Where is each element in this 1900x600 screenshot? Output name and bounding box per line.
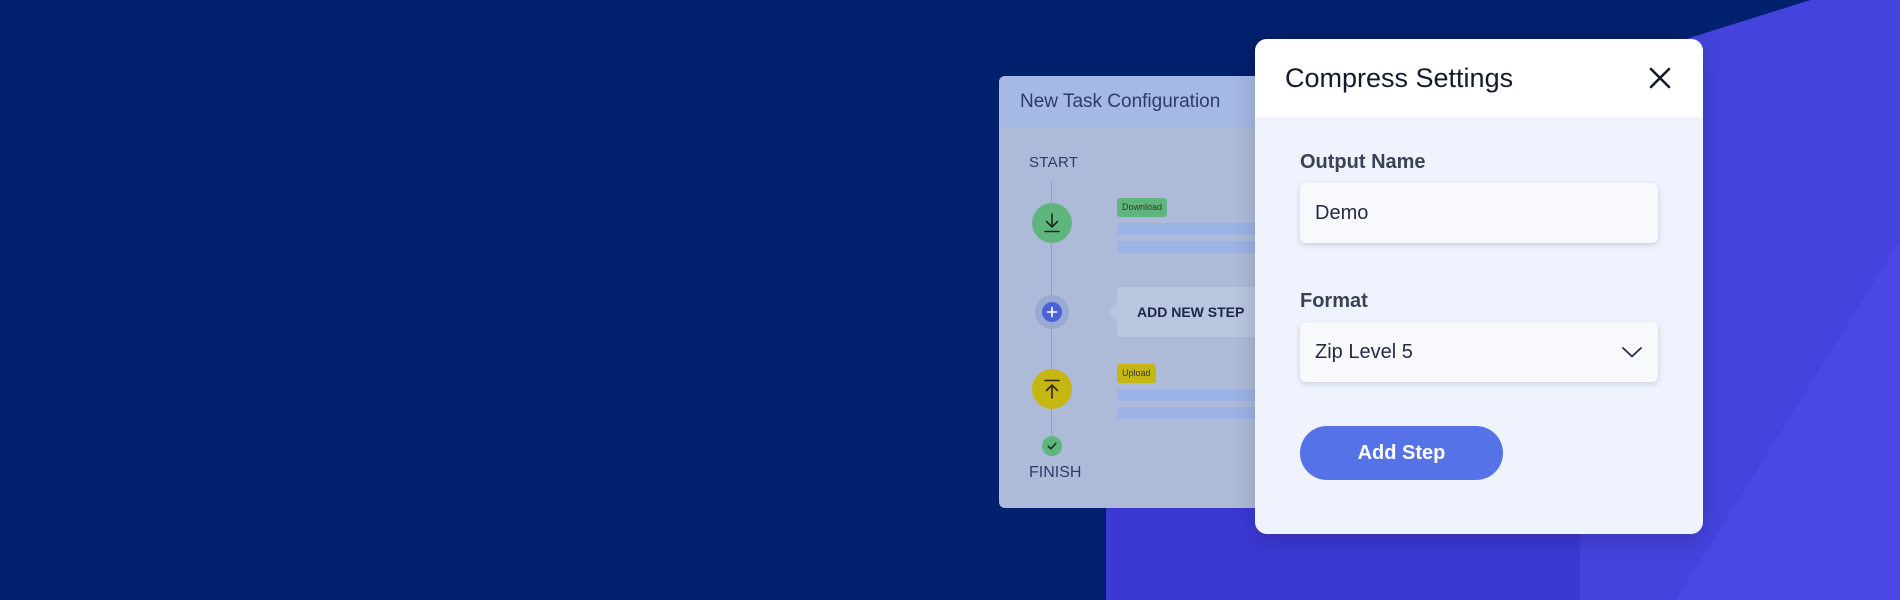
placeholder-bar: [1117, 223, 1257, 235]
plus-icon: [1042, 302, 1062, 322]
output-name-label: Output Name: [1300, 151, 1426, 173]
add-step-node[interactable]: [1035, 295, 1069, 329]
download-step-node[interactable]: [1032, 203, 1072, 243]
compress-settings-dialog: Compress Settings Output Name Format Zip…: [1255, 39, 1703, 534]
finish-node: [1042, 436, 1062, 456]
placeholder-bar: [1117, 389, 1257, 401]
dialog-title: Compress Settings: [1285, 62, 1514, 93]
upload-tag: Upload: [1117, 364, 1156, 383]
task-timeline-overlay: START Download ADD NEW STEP Upload FINIS…: [999, 76, 1307, 508]
finish-label: FINISH: [1029, 464, 1082, 481]
upload-step-node[interactable]: [1032, 369, 1072, 409]
close-button[interactable]: [1645, 63, 1675, 93]
format-label: Format: [1300, 290, 1368, 312]
add-step-button[interactable]: Add Step: [1300, 426, 1503, 480]
start-label: START: [1029, 154, 1079, 171]
dialog-header: Compress Settings: [1255, 39, 1703, 117]
download-tag: Download: [1117, 198, 1168, 217]
upload-arrow-icon: [1044, 379, 1060, 399]
format-selected-value: Zip Level 5: [1315, 340, 1413, 363]
placeholder-bar: [1117, 407, 1257, 419]
format-select[interactable]: Zip Level 5: [1300, 322, 1658, 382]
chevron-down-icon: [1622, 347, 1642, 358]
placeholder-bar: [1117, 241, 1257, 253]
download-arrow-icon: [1044, 213, 1060, 233]
output-name-input[interactable]: [1300, 183, 1658, 243]
close-icon: [1649, 67, 1671, 89]
check-icon: [1047, 442, 1057, 450]
